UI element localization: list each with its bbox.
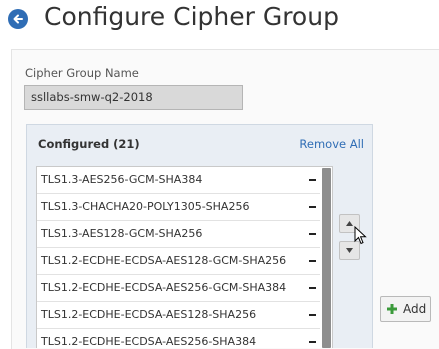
- cipher-label: TLS1.3-AES256-GCM-SHA384: [41, 173, 203, 186]
- page-title: Configure Cipher Group: [44, 2, 339, 31]
- remove-icon[interactable]: [309, 206, 316, 208]
- list-item[interactable]: TLS1.3-AES128-GCM-SHA256: [37, 221, 320, 248]
- cipher-group-name-input[interactable]: ssllabs-smw-q2-2018: [24, 85, 243, 110]
- list-item[interactable]: TLS1.2-ECDHE-ECDSA-AES256-SHA384: [37, 329, 320, 348]
- mouse-cursor-icon: [354, 226, 367, 245]
- cipher-label: TLS1.3-AES128-GCM-SHA256: [41, 227, 203, 240]
- list-item[interactable]: TLS1.3-CHACHA20-POLY1305-SHA256: [37, 194, 320, 221]
- cipher-label: TLS1.2-ECDHE-ECDSA-AES256-SHA384: [41, 335, 257, 348]
- add-button[interactable]: Add: [380, 296, 431, 322]
- cipher-group-name-label: Cipher Group Name: [25, 66, 139, 80]
- list-scrollbar[interactable]: [322, 168, 331, 348]
- cipher-label: TLS1.2-ECDHE-ECDSA-AES128-GCM-SHA256: [41, 254, 287, 267]
- back-arrow-icon: [13, 14, 23, 24]
- remove-icon[interactable]: [309, 341, 316, 343]
- cipher-label: TLS1.2-ECDHE-ECDSA-AES256-GCM-SHA384: [41, 281, 287, 294]
- cipher-label: TLS1.2-ECDHE-ECDSA-AES128-SHA256: [41, 308, 257, 321]
- remove-all-link[interactable]: Remove All: [299, 137, 364, 151]
- list-item[interactable]: TLS1.3-AES256-GCM-SHA384: [37, 167, 320, 194]
- remove-icon[interactable]: [309, 233, 316, 235]
- add-button-label: Add: [403, 302, 427, 316]
- remove-icon[interactable]: [309, 314, 316, 316]
- back-button[interactable]: [8, 9, 28, 29]
- list-item[interactable]: TLS1.2-ECDHE-ECDSA-AES128-SHA256: [37, 302, 320, 329]
- cipher-label: TLS1.3-CHACHA20-POLY1305-SHA256: [41, 200, 250, 213]
- configured-cipher-list: TLS1.3-AES256-GCM-SHA384 TLS1.3-CHACHA20…: [36, 166, 333, 348]
- list-item[interactable]: TLS1.2-ECDHE-ECDSA-AES256-GCM-SHA384: [37, 275, 320, 302]
- scrollbar-thumb[interactable]: [322, 168, 331, 348]
- plus-icon: [387, 304, 397, 314]
- remove-icon[interactable]: [309, 287, 316, 289]
- configured-title: Configured (21): [38, 137, 140, 151]
- remove-icon[interactable]: [309, 260, 316, 262]
- remove-icon[interactable]: [309, 179, 316, 181]
- list-item[interactable]: TLS1.2-ECDHE-ECDSA-AES128-GCM-SHA256: [37, 248, 320, 275]
